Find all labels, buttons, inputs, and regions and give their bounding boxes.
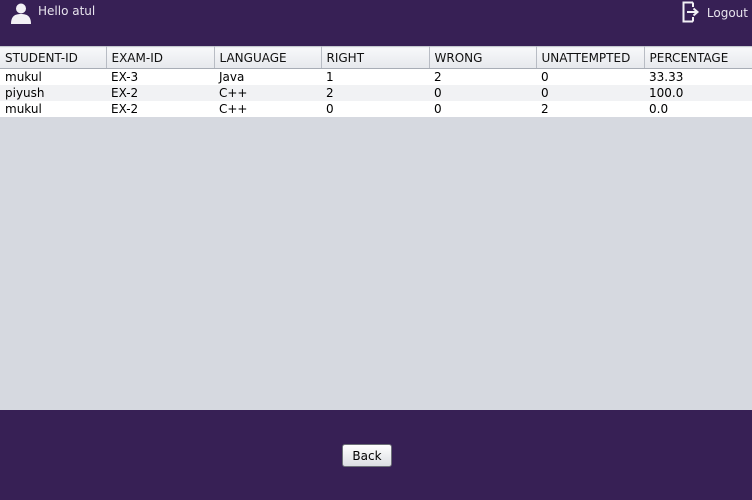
bottom-bar: Back	[0, 410, 752, 500]
column-header-student-id[interactable]: STUDENT-ID	[0, 46, 107, 69]
cell-right[interactable]: 0	[321, 101, 429, 117]
cell-wrong[interactable]: 0	[429, 85, 536, 101]
logout-button[interactable]: Logout	[681, 1, 748, 26]
column-header-unattempted[interactable]: UNATTEMPTED	[536, 46, 645, 69]
cell-unattempted[interactable]: 2	[536, 101, 644, 117]
greeting-text: Hello atul	[38, 4, 96, 18]
column-header-wrong[interactable]: WRONG	[429, 46, 537, 69]
cell-exam-id[interactable]: EX-2	[106, 85, 214, 101]
cell-percentage[interactable]: 100.0	[644, 85, 752, 101]
cell-student-id[interactable]: mukul	[0, 101, 106, 117]
column-header-right[interactable]: RIGHT	[321, 46, 430, 69]
table-row[interactable]: piyush EX-2 C++ 2 0 0 100.0	[0, 85, 752, 101]
results-table: STUDENT-ID EXAM-ID LANGUAGE RIGHT WRONG …	[0, 46, 752, 117]
column-header-percentage[interactable]: PERCENTAGE	[644, 46, 752, 69]
table-row[interactable]: mukul EX-2 C++ 0 0 2 0.0	[0, 101, 752, 117]
table-row[interactable]: mukul EX-3 Java 1 2 0 33.33	[0, 68, 752, 85]
cell-right[interactable]: 2	[321, 85, 429, 101]
cell-right[interactable]: 1	[321, 68, 429, 85]
cell-student-id[interactable]: piyush	[0, 85, 106, 101]
cell-language[interactable]: C++	[214, 85, 321, 101]
user-icon	[10, 2, 32, 24]
top-bar: Hello atul Logout	[0, 0, 752, 46]
cell-unattempted[interactable]: 0	[536, 68, 644, 85]
column-header-exam-id[interactable]: EXAM-ID	[106, 46, 215, 69]
cell-percentage[interactable]: 33.33	[644, 68, 752, 85]
cell-exam-id[interactable]: EX-3	[106, 68, 214, 85]
cell-wrong[interactable]: 2	[429, 68, 536, 85]
user-greeting: Hello atul	[10, 2, 95, 24]
cell-exam-id[interactable]: EX-2	[106, 101, 214, 117]
back-button[interactable]: Back	[342, 444, 392, 467]
cell-unattempted[interactable]: 0	[536, 85, 644, 101]
cell-student-id[interactable]: mukul	[0, 68, 106, 85]
cell-language[interactable]: Java	[214, 68, 321, 85]
results-table-panel[interactable]: STUDENT-ID EXAM-ID LANGUAGE RIGHT WRONG …	[0, 46, 752, 410]
logout-label[interactable]: Logout	[707, 6, 748, 20]
logout-icon	[681, 1, 701, 26]
cell-wrong[interactable]: 0	[429, 101, 536, 117]
table-header-row: STUDENT-ID EXAM-ID LANGUAGE RIGHT WRONG …	[0, 46, 752, 69]
cell-language[interactable]: C++	[214, 101, 321, 117]
cell-percentage[interactable]: 0.0	[644, 101, 752, 117]
column-header-language[interactable]: LANGUAGE	[214, 46, 322, 69]
